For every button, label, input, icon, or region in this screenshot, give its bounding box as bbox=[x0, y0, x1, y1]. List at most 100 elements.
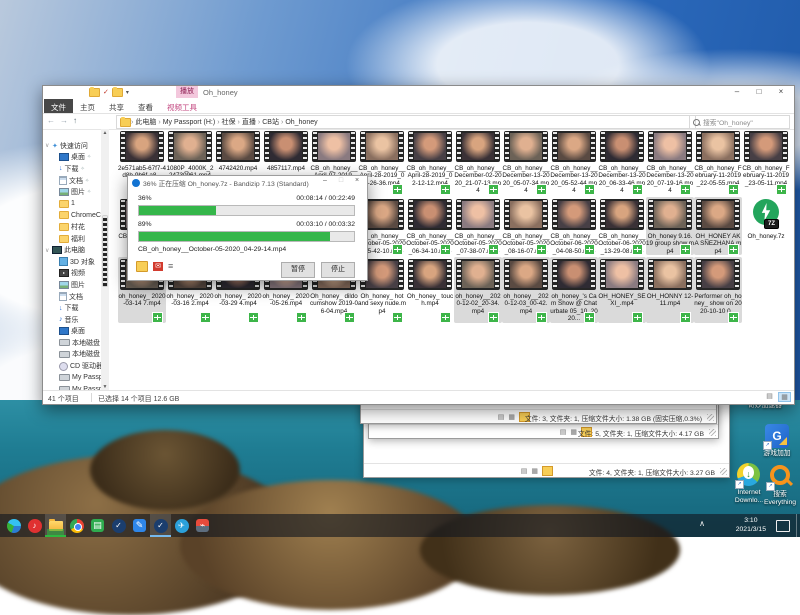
icons-view-icon[interactable]: ▦ bbox=[508, 413, 515, 421]
taskbar-icon-green-app[interactable]: ▤ bbox=[87, 514, 108, 537]
stop-button[interactable]: 停止 bbox=[321, 262, 355, 278]
forward-button[interactable]: → bbox=[60, 116, 68, 125]
tab-1[interactable]: 主页 bbox=[73, 99, 102, 113]
sidebar-item--c-[interactable]: 本地磁盘 (C:) bbox=[43, 337, 101, 349]
maximize-button[interactable]: □ bbox=[748, 86, 770, 98]
scroll-up-icon[interactable]: ▲ bbox=[101, 129, 109, 137]
sidebar-item--[interactable]: 图片✧ bbox=[43, 186, 101, 198]
view-icons[interactable]: ▤▦ bbox=[521, 466, 553, 476]
icons-view-icon[interactable]: ▦ bbox=[778, 392, 791, 402]
desktop-icon-gamepp[interactable]: G ↗ 游戏加加 bbox=[749, 424, 800, 458]
file-item-video[interactable]: CB_oh_honey__October-06-2020_13-29-08.mp… bbox=[598, 197, 646, 255]
breadcrumb-item[interactable]: 社保 bbox=[220, 117, 238, 127]
details-view-icon[interactable]: ▤ bbox=[521, 467, 528, 475]
show-desktop-button[interactable] bbox=[796, 514, 800, 537]
sidebar-item--d-[interactable]: 本地磁盘 (D:) bbox=[43, 349, 101, 361]
back-button[interactable]: ← bbox=[47, 116, 55, 125]
icons-view-icon[interactable]: ▦ bbox=[531, 467, 538, 475]
desktop-icon-everything[interactable]: ↗ 搜索 Everything bbox=[752, 463, 800, 507]
file-item-video[interactable]: OH_HONNY 12-11.mp4 bbox=[646, 257, 694, 323]
file-item-video[interactable]: CB_oh_honey__December-13-2020_05-52-44.m… bbox=[550, 129, 598, 195]
sidebar-item--[interactable]: 桌面✧ bbox=[43, 152, 101, 164]
icons-view-icon[interactable]: ▦ bbox=[570, 428, 577, 436]
close-button[interactable]: × bbox=[770, 86, 792, 98]
breadcrumb-item[interactable]: My Passport (H:) bbox=[161, 119, 218, 126]
window-controls[interactable]: – □ × bbox=[726, 86, 792, 98]
file-item-video[interactable]: CB_oh_honey__December-13-2020_06-33-46.m… bbox=[598, 129, 646, 195]
taskbar-icon-edge[interactable] bbox=[3, 514, 24, 537]
file-item-video[interactable]: CB_oh_honey__December-02-2020_21-07-13.m… bbox=[454, 129, 502, 195]
taskbar-icon-chrome[interactable] bbox=[66, 514, 87, 537]
sidebar-item--[interactable]: 村花 bbox=[43, 221, 101, 233]
sidebar-item-my-passport-f[interactable]: My Passport (F bbox=[43, 372, 101, 384]
file-item-video[interactable]: Oh_honey_ touch.mp4 bbox=[406, 257, 454, 323]
taskbar-icon-music-red[interactable]: ♪ bbox=[24, 514, 45, 537]
breadcrumb-item[interactable]: 此电脑 bbox=[133, 117, 158, 127]
search-input[interactable]: 搜索"Oh_honey" bbox=[689, 115, 790, 129]
tab-3[interactable]: 查看 bbox=[131, 99, 160, 113]
taskbar-icon-bird-app[interactable]: ✎ bbox=[129, 514, 150, 537]
file-item-video[interactable]: CB_oh_honey_February-11-2019_23-05-11.mp… bbox=[742, 129, 790, 195]
folder-icon[interactable] bbox=[112, 88, 123, 97]
file-item-video[interactable]: Performer oh_honey_ show on 2020-10-10 0… bbox=[694, 257, 742, 323]
tray-chevron-icon[interactable]: ∧ bbox=[699, 519, 705, 528]
file-item-video[interactable]: OH_HONEY AKA SNEZHANA.mp4 bbox=[694, 197, 742, 255]
file-item-video[interactable]: Oh_honey 9.16.19 group show.mp4 bbox=[646, 197, 694, 255]
minimize-button[interactable]: – bbox=[726, 86, 748, 98]
taskbar-icon-telegram[interactable]: ✈ bbox=[171, 514, 192, 537]
sidebar-item-3d-[interactable]: 3D 对象 bbox=[43, 256, 101, 268]
sidebar-item--[interactable]: 文档 bbox=[43, 291, 101, 303]
sidebar-item--[interactable]: ∨✦快速访问 bbox=[43, 140, 101, 152]
sidebar-item--[interactable]: 福利 bbox=[43, 233, 101, 245]
archive-folder-icon[interactable] bbox=[136, 261, 148, 272]
sidebar-item--[interactable]: ↓下载 bbox=[43, 302, 101, 314]
quick-access-toolbar[interactable]: ✓ ▾ bbox=[89, 87, 129, 98]
sidebar-item--[interactable]: ↓下载✧ bbox=[43, 163, 101, 175]
up-button[interactable]: ↑ bbox=[73, 116, 77, 125]
taskbar-icon-thunder[interactable]: ⌁ bbox=[192, 514, 213, 537]
taskbar-icon-check-app[interactable]: ✓ bbox=[108, 514, 129, 537]
resize-grip[interactable] bbox=[707, 414, 714, 421]
expand-icon[interactable]: ∨ bbox=[45, 142, 52, 149]
file-item-video[interactable]: OH_HONEY_SE XI_.mp4 bbox=[598, 257, 646, 323]
file-item-archive[interactable]: 7ZOh_honey.7z bbox=[742, 197, 790, 255]
tab-file[interactable]: 文件 bbox=[44, 99, 73, 113]
file-item-video[interactable]: CB_oh_honey__December-13-2020_05-07-34.m… bbox=[502, 129, 550, 195]
breadcrumb-item[interactable]: Oh_honey bbox=[283, 119, 319, 126]
file-item-video[interactable]: CB_oh_honey__December-13-2020_07-19-16.m… bbox=[646, 129, 694, 195]
tab-4[interactable]: 视频工具 bbox=[160, 99, 204, 113]
sidebar-item--[interactable]: ▸视频 bbox=[43, 268, 101, 280]
breadcrumb-item[interactable]: CB站 bbox=[260, 117, 281, 127]
sidebar-item--[interactable]: 图片 bbox=[43, 279, 101, 291]
pause-button[interactable]: 暂停 bbox=[281, 262, 315, 278]
sidebar-item--[interactable]: 桌面 bbox=[43, 326, 101, 338]
file-item-video[interactable]: oh_honey__202 0-12-02_20-34. mp4 bbox=[454, 257, 502, 323]
resize-grip[interactable] bbox=[720, 468, 727, 475]
contextual-tab-play[interactable]: 播放 bbox=[176, 86, 198, 98]
file-item-video[interactable]: CB_oh_honey__April-28-2019_02-12-12.mp4 bbox=[406, 129, 454, 195]
title-bar[interactable]: ✓ ▾ 播放 Oh_honey – □ × bbox=[43, 86, 794, 99]
file-item-video[interactable]: CB_oh_honey__October-05-2020_08-16-07.mp… bbox=[502, 197, 550, 255]
resize-grip[interactable] bbox=[709, 429, 716, 436]
mail-icon[interactable]: ✉ bbox=[153, 262, 163, 271]
sidebar-scrollbar[interactable]: ▲ ▼ bbox=[101, 129, 109, 391]
file-item-video[interactable]: CB_oh_honey__October-05-2020_06-34-10.mp… bbox=[406, 197, 454, 255]
taskbar-icon-explorer[interactable] bbox=[45, 514, 66, 537]
details-view-icon[interactable]: ▤ bbox=[763, 392, 776, 402]
breadcrumb-item[interactable]: 直播 bbox=[240, 117, 258, 127]
breadcrumb[interactable]: ›此电脑›My Passport (H:)›社保›直播›CB站›Oh_honey bbox=[116, 115, 696, 129]
sidebar-item-1[interactable]: 1 bbox=[43, 198, 101, 210]
menu-icon[interactable]: ≡ bbox=[168, 262, 173, 271]
scrollbar-thumb[interactable] bbox=[102, 215, 108, 287]
close-button[interactable]: × bbox=[349, 177, 365, 184]
file-item-video[interactable]: oh_honey_'s Cam Show @ Chaturbate 05_10_… bbox=[550, 257, 598, 323]
sidebar-item--[interactable]: 文档✧ bbox=[43, 175, 101, 187]
taskbar-icon-check-app-2[interactable]: ✓ bbox=[150, 514, 171, 537]
file-item-video[interactable]: oh_honey__202 0-12-03_00-42. mp4 bbox=[502, 257, 550, 323]
sidebar-item-chromecoredo[interactable]: ChromeCoreDo bbox=[43, 210, 101, 222]
sidebar-item--[interactable]: ♪音乐 bbox=[43, 314, 101, 326]
sidebar-item--[interactable]: ∨此电脑 bbox=[43, 244, 101, 256]
dropdown-arrow-icon[interactable]: ▾ bbox=[126, 89, 129, 96]
sidebar-item-cd-e-v[interactable]: CD 驱动器 (E:) V bbox=[43, 360, 101, 372]
file-item-video[interactable]: CB_oh_honey__October-06-2020_04-08-50.mp… bbox=[550, 197, 598, 255]
